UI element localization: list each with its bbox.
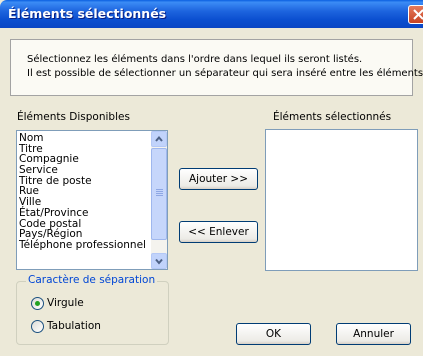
ok-button[interactable]: OK: [236, 323, 311, 345]
add-button[interactable]: Ajouter >>: [179, 168, 258, 190]
remove-button[interactable]: << Enlever: [179, 221, 258, 243]
radio-virgule[interactable]: [31, 297, 44, 310]
separator-group-title: Caractère de séparation: [26, 274, 158, 286]
chevron-down-icon: [155, 258, 163, 265]
dialog-window: Éléments sélectionnés Sélectionnez les é…: [0, 0, 423, 356]
dialog-title: Éléments sélectionnés: [8, 6, 167, 21]
vertical-scrollbar[interactable]: [151, 131, 167, 269]
available-items-list[interactable]: Nom Titre Compagnie Service Titre de pos…: [16, 130, 168, 270]
available-items-label: Éléments Disponibles: [17, 111, 130, 123]
radio-tabulation[interactable]: [31, 320, 44, 333]
scroll-thumb[interactable]: [151, 148, 167, 240]
separator-group: [16, 281, 169, 345]
chevron-up-icon: [155, 135, 163, 142]
instruction-line-2: Il est possible de sélectionner un sépar…: [27, 68, 423, 79]
instruction-line-1: Sélectionnez les éléments dans l'ordre d…: [27, 54, 363, 65]
close-button[interactable]: [408, 5, 423, 24]
close-icon: [413, 9, 423, 20]
radio-tabulation-label[interactable]: Tabulation: [47, 320, 101, 332]
selected-items-label: Éléments sélectionnés: [273, 111, 392, 123]
scroll-down-button[interactable]: [151, 253, 167, 269]
radio-virgule-label[interactable]: Virgule: [47, 297, 84, 309]
radio-selected-dot: [35, 301, 40, 306]
scroll-up-button[interactable]: [151, 131, 167, 147]
title-bar[interactable]: Éléments sélectionnés: [0, 0, 423, 28]
instructions-box: Sélectionnez les éléments dans l'ordre d…: [10, 39, 423, 96]
available-items: Nom Titre Compagnie Service Titre de pos…: [19, 133, 146, 251]
list-item[interactable]: État/Province: [19, 208, 146, 219]
cancel-button[interactable]: Annuler: [336, 323, 411, 345]
selected-items-list[interactable]: [265, 129, 418, 271]
list-item[interactable]: Téléphone professionnel: [19, 240, 146, 251]
